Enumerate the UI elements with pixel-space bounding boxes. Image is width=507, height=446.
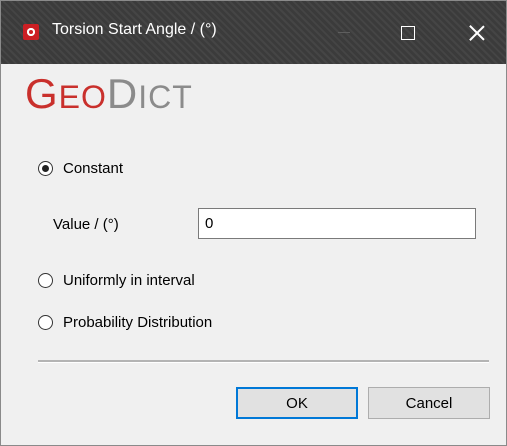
probability-label: Probability Distribution <box>63 314 213 331</box>
geodict-logo: GEODICT <box>25 73 193 115</box>
option-constant[interactable]: Constant <box>38 160 123 177</box>
constant-radio[interactable] <box>38 161 53 176</box>
cancel-button[interactable]: Cancel <box>368 387 490 419</box>
window-title: Torsion Start Angle / (°) <box>52 21 217 38</box>
probability-radio[interactable] <box>38 315 53 330</box>
minimize-button[interactable] <box>315 1 373 64</box>
dialog-window: Torsion Start Angle / (°) GEODICT Consta… <box>0 0 507 446</box>
value-label: Value / (°) <box>53 216 119 233</box>
close-icon <box>469 25 485 41</box>
maximize-icon <box>401 25 415 40</box>
constant-label: Constant <box>63 160 124 177</box>
logo-part2-rest: ICT <box>138 79 193 115</box>
title-bar[interactable]: Torsion Start Angle / (°) <box>1 1 506 64</box>
dialog-body: GEODICT Constant Value / (°) Uniformly i… <box>1 64 506 445</box>
uniform-label: Uniformly in interval <box>63 272 195 289</box>
value-input[interactable] <box>198 208 476 239</box>
geodict-app-icon <box>23 24 39 40</box>
logo-part2-initial: D <box>106 70 139 117</box>
option-probability[interactable]: Probability Distribution <box>38 314 212 331</box>
minimize-icon <box>338 32 350 33</box>
ok-button[interactable]: OK <box>236 387 358 419</box>
logo-part1-initial: G <box>25 70 59 117</box>
logo-part1-rest: EO <box>58 79 107 115</box>
separator-line <box>38 360 489 363</box>
close-button[interactable] <box>448 1 506 64</box>
maximize-button[interactable] <box>379 1 437 64</box>
option-uniform[interactable]: Uniformly in interval <box>38 272 195 289</box>
uniform-radio[interactable] <box>38 273 53 288</box>
